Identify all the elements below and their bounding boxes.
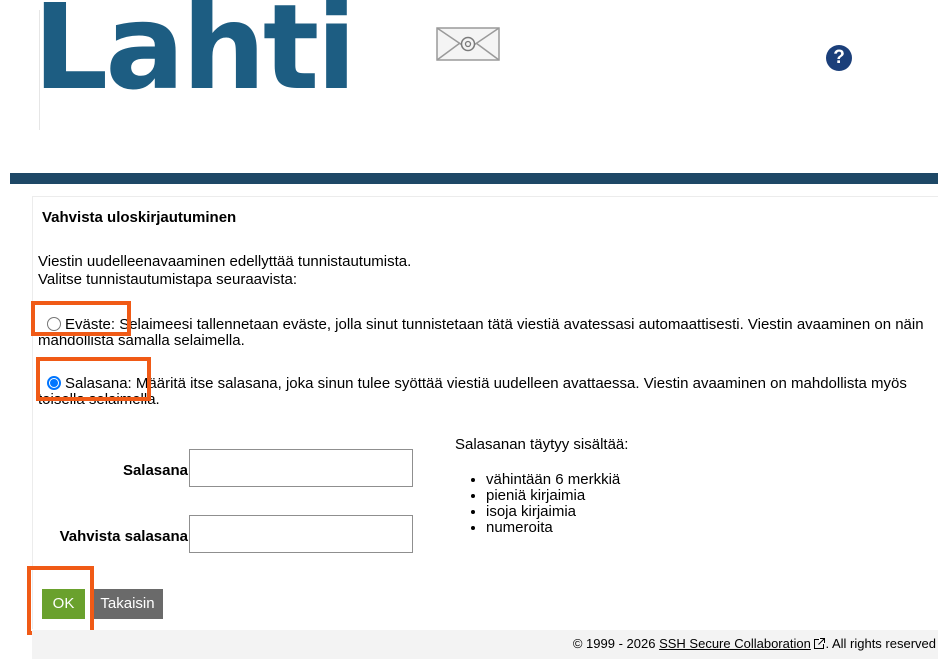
confirm-password-input[interactable] <box>189 515 413 553</box>
requirements-title: Salasanan täytyy sisältää: <box>455 436 629 453</box>
help-icon[interactable]: ? <box>826 45 852 71</box>
option-cookie: Eväste: Selaimeesi tallennetaan eväste, … <box>38 317 928 349</box>
cookie-description: Selaimeesi tallennetaan eväste, jolla si… <box>38 316 924 349</box>
cookie-highlight <box>31 301 131 336</box>
requirement-item: pieniä kirjaimia <box>486 488 620 504</box>
password-label: Salasana <box>122 462 188 479</box>
intro-line-2: Valitse tunnistautumistapa seuraavista: <box>38 271 298 288</box>
confirm-password-label: Vahvista salasana <box>59 528 188 545</box>
requirement-item: vähintään 6 merkkiä <box>486 472 620 488</box>
requirement-item: numeroita <box>486 520 620 536</box>
lahti-logo: Lahti <box>33 0 357 116</box>
ok-highlight <box>27 566 94 635</box>
password-input[interactable] <box>189 449 413 487</box>
header-divider-bar <box>10 173 938 184</box>
envelope-at-icon[interactable] <box>436 27 500 61</box>
password-highlight <box>36 357 151 401</box>
footer-rights: . All rights reserved <box>825 636 936 651</box>
back-button[interactable]: Takaisin <box>92 589 163 619</box>
option-password: Salasana: Määritä itse salasana, joka si… <box>38 376 928 408</box>
page-title: Vahvista uloskirjautuminen <box>42 209 237 226</box>
requirement-item: isoja kirjaimia <box>486 504 620 520</box>
ssh-link[interactable]: SSH Secure Collaboration <box>659 636 811 651</box>
footer: © 1999 - 2026 SSH Secure Collaboration .… <box>573 636 936 651</box>
external-link-icon[interactable] <box>814 638 826 649</box>
intro-line-1: Viestin uudelleenavaaminen edellyttää tu… <box>38 253 412 270</box>
requirements-list: vähintään 6 merkkiä pieniä kirjaimia iso… <box>464 472 620 536</box>
intro-text: Viestin uudelleenavaaminen edellyttää tu… <box>38 253 411 289</box>
footer-copyright: © 1999 - 2026 <box>572 636 656 651</box>
password-option-description: Määritä itse salasana, joka sinun tulee … <box>38 375 907 408</box>
